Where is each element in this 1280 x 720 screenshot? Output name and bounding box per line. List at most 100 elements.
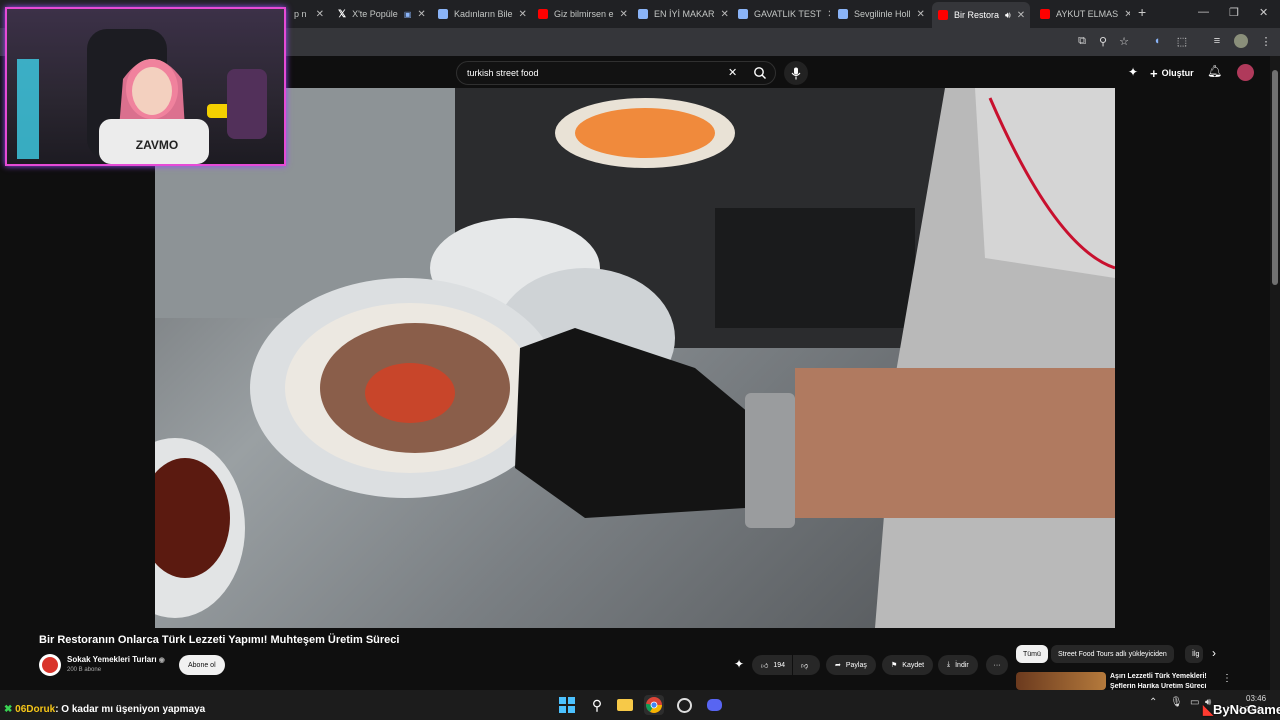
clear-search-icon[interactable]: ✕	[728, 66, 737, 79]
create-button[interactable]: + Oluştur	[1150, 64, 1194, 82]
site-favicon-icon	[838, 9, 848, 19]
youtube-favicon-icon	[938, 10, 948, 20]
bynogame-logo-icon: ◣	[1203, 702, 1213, 717]
dislike-button[interactable]: 👎︎	[793, 655, 820, 675]
browser-tab[interactable]: p n ✕	[288, 4, 330, 24]
share-arrow-icon: ➦	[835, 662, 841, 669]
close-icon[interactable]: ✕	[721, 9, 729, 20]
save-label: Kaydet	[902, 661, 925, 669]
subscribe-button[interactable]: Abone ol	[179, 655, 225, 675]
chrome-icon[interactable]	[644, 695, 664, 715]
more-icon: ···	[993, 661, 1001, 669]
chevron-right-icon[interactable]: ›	[1212, 646, 1216, 660]
chip-related[interactable]: İlg	[1185, 645, 1203, 663]
browser-tab[interactable]: Kadınların Bile ✕	[432, 4, 530, 24]
windows-start-icon[interactable]	[557, 695, 577, 715]
browser-tab[interactable]: Sevgilinle Holl ✕	[832, 4, 930, 24]
close-window-button[interactable]: ✕	[1259, 6, 1268, 19]
related-video-title[interactable]: Aşırı Lezzetli Türk Yemekleri!	[1110, 673, 1207, 680]
tab-label: Kadınların Bile	[454, 9, 513, 19]
tray-mic-icon[interactable]: 🎙︎	[1170, 697, 1183, 708]
share-label: Paylaş	[845, 661, 867, 669]
minimize-button[interactable]: —	[1198, 6, 1209, 18]
related-more-icon[interactable]: ⋮	[1222, 673, 1232, 684]
close-icon[interactable]: ✕	[519, 9, 527, 20]
cast-icon[interactable]: ⧉	[1074, 33, 1090, 49]
chip-all[interactable]: Tümü	[1016, 645, 1048, 663]
like-count: 194	[773, 661, 786, 669]
close-icon[interactable]: ✕	[917, 9, 925, 20]
obs-icon[interactable]	[674, 695, 694, 715]
ai-ask-icon[interactable]: ✦	[734, 657, 744, 671]
browser-tab[interactable]: EN İYİ MAKAR ✕	[632, 4, 730, 24]
save-button[interactable]: ⚑ Kaydet	[882, 655, 934, 675]
extension-wave-icon[interactable]: ◖	[1149, 33, 1165, 49]
media-control-icon[interactable]: ≡	[1209, 33, 1225, 49]
video-player[interactable]	[155, 88, 1115, 628]
microphone-icon	[791, 67, 801, 79]
scrollbar-thumb[interactable]	[1272, 70, 1278, 285]
download-label: İndir	[955, 661, 969, 669]
tray-display-icon[interactable]: ▭	[1190, 697, 1199, 708]
like-button[interactable]: 👍︎ 194	[752, 655, 792, 675]
ai-sparkle-icon[interactable]: ✦	[1128, 65, 1138, 79]
video-title: Bir Restoranın Onlarca Türk Lezzeti Yapı…	[39, 634, 400, 646]
browser-tab[interactable]: GAVATLIK TEST ✕	[732, 4, 830, 24]
chrome-logo-icon	[646, 697, 662, 713]
close-icon[interactable]: ✕	[417, 9, 425, 20]
tab-label: Sevgilinle Holl	[854, 9, 911, 19]
x-logo-icon: 𝕏	[338, 8, 347, 20]
extensions-puzzle-icon[interactable]: ⬚	[1174, 33, 1190, 49]
watermark-text: ByNoGame	[1213, 702, 1280, 717]
profile-avatar[interactable]	[1233, 33, 1249, 49]
youtube-favicon-icon	[538, 9, 548, 19]
browser-tab[interactable]: AYKUT ELMAS ✕	[1034, 4, 1130, 24]
channel-name[interactable]: Sokak Yemekleri Turları ◉	[67, 655, 165, 664]
close-icon[interactable]: ✕	[620, 9, 628, 20]
close-icon[interactable]: ✕	[316, 9, 324, 20]
channel-name-text: Sokak Yemekleri Turları	[67, 655, 157, 664]
chat-username: 06Doruk	[15, 704, 56, 715]
shirt-text: ZAVMO	[136, 138, 178, 152]
download-icon: ⤓	[947, 661, 951, 668]
chip-from-uploader[interactable]: Street Food Tours adlı yükleyiciden	[1051, 645, 1174, 663]
zoom-icon[interactable]: ⚲	[1095, 33, 1111, 49]
related-video-thumbnail[interactable]	[1016, 672, 1106, 690]
notifications-bell-icon[interactable]: 🔔︎	[1207, 64, 1222, 78]
browser-menu-icon[interactable]: ⋮	[1258, 33, 1274, 49]
browser-tab[interactable]: 𝕏 X'te Popüle ▣ ✕	[332, 4, 428, 24]
close-icon[interactable]: ✕	[827, 9, 830, 20]
search-button[interactable]	[748, 62, 772, 84]
more-actions-button[interactable]: ···	[986, 655, 1008, 675]
webcam-frame: ZAVMO	[17, 29, 267, 164]
close-icon[interactable]: ✕	[1017, 10, 1025, 21]
site-favicon-icon	[438, 9, 448, 19]
video-frame	[155, 88, 1115, 628]
tray-overflow-icon[interactable]: ⌃	[1149, 697, 1157, 708]
tab-label: X'te Popüle	[352, 9, 398, 19]
stream-chat-message: ✖ 06Doruk: O kadar mı üşeniyon yapmaya	[4, 704, 205, 715]
discord-icon[interactable]	[704, 695, 724, 715]
download-button[interactable]: ⤓ İndir	[938, 655, 978, 675]
speaker-icon[interactable]: 🔊︎	[1005, 10, 1011, 21]
browser-tab-active[interactable]: Bir Restora 🔊︎ ✕	[932, 2, 1030, 28]
close-icon[interactable]: ✕	[1124, 9, 1130, 20]
account-avatar[interactable]	[1237, 64, 1254, 81]
browser-tab[interactable]: Giz bilmirsen e ✕	[532, 4, 630, 24]
file-explorer-icon[interactable]	[615, 695, 635, 715]
chat-badge-icon: ✖	[4, 704, 13, 715]
channel-avatar[interactable]	[39, 654, 61, 676]
tab-label: EN İYİ MAKAR	[654, 9, 715, 19]
search-query: turkish street food	[467, 68, 539, 78]
maximize-button[interactable]: ❐	[1229, 6, 1239, 19]
related-video-title-line2: Şeflerin Harika Üretim Süreci	[1110, 683, 1207, 690]
tab-label: Giz bilmirsen e	[554, 9, 614, 19]
new-tab-button[interactable]: +	[1138, 4, 1146, 20]
share-button[interactable]: ➦ Paylaş	[826, 655, 876, 675]
bookmark-star-icon[interactable]: ☆	[1116, 33, 1132, 49]
voice-search-button[interactable]	[784, 61, 808, 85]
thumbs-up-icon: 👍︎	[761, 662, 769, 670]
taskbar-search-icon[interactable]: ⚲	[587, 695, 607, 715]
tab-label: GAVATLIK TEST	[754, 9, 822, 19]
tab-label: p n	[294, 9, 307, 19]
